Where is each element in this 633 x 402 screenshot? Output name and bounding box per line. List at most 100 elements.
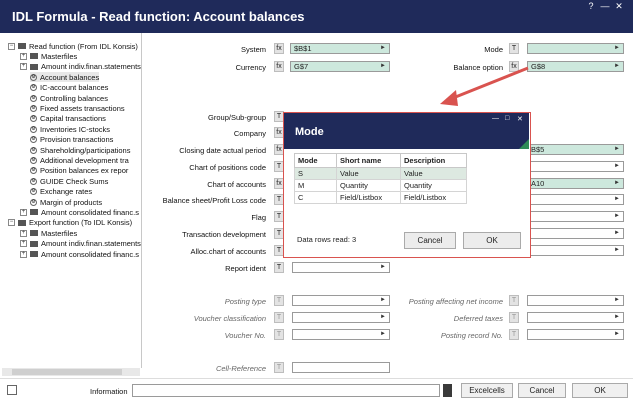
tree-item[interactable]: + Amount indiv.finan.statements — [20, 62, 141, 72]
tree-item[interactable]: ⚙ IC-account balances — [30, 83, 108, 93]
dialog-minimize-icon[interactable]: — — [492, 115, 499, 122]
alloc-chart-field[interactable]: ► — [527, 245, 624, 256]
excelcells-button[interactable]: Excelcells — [461, 383, 513, 398]
dialog-cancel-button[interactable]: Cancel — [404, 232, 456, 249]
dialog-ok-button[interactable]: OK — [463, 232, 521, 249]
balance-option-field[interactable]: G$8 ► — [527, 61, 624, 72]
mode-dialog: Mode — □ ✕ Mode Short name Description S… — [283, 112, 531, 258]
tree-item[interactable]: ⚙ Exchange rates — [30, 187, 92, 197]
posting-type-label: Posting type — [224, 297, 266, 306]
gear-icon: ⚙ — [30, 94, 37, 102]
mode-table: Mode Short name Description S Value Valu… — [294, 153, 467, 204]
column-header-description[interactable]: Description — [400, 153, 467, 168]
tree-item[interactable]: ⚙ Account balances — [30, 72, 100, 83]
flag-field[interactable]: ► — [527, 211, 624, 222]
posting-affecting-t-button[interactable]: T — [509, 295, 519, 306]
mode-label: Mode — [484, 45, 503, 54]
currency-field[interactable]: G$7 ► — [290, 61, 390, 72]
rows-read-status: Data rows read: 3 — [297, 235, 357, 244]
table-row[interactable]: C Field/Listbox Field/Listbox — [294, 191, 467, 204]
dialog-maximize-icon[interactable]: □ — [505, 115, 509, 122]
posting-affecting-field[interactable]: ► — [527, 295, 624, 306]
table-row[interactable]: S Value Value — [294, 167, 467, 180]
table-row[interactable]: M Quantity Quantity — [294, 179, 467, 192]
gear-icon: ⚙ — [30, 84, 37, 92]
cell: Quantity — [400, 179, 467, 192]
tree-item[interactable]: ⚙ Fixed assets transactions — [30, 103, 125, 113]
transaction-dev-label: Transaction development — [182, 230, 266, 239]
expand-icon[interactable]: + — [20, 63, 27, 71]
tree-item[interactable]: + Masterfiles — [20, 228, 77, 238]
expand-icon[interactable]: + — [20, 229, 27, 237]
tree-item[interactable]: − Export function (To IDL Konsis) — [8, 218, 132, 228]
company-label: Company — [233, 129, 266, 138]
tree-item-label: Amount consolidated financ.s — [41, 249, 139, 259]
expand-icon[interactable]: + — [20, 52, 27, 60]
posting-record-t-button[interactable]: T — [509, 329, 519, 340]
information-field[interactable] — [132, 384, 440, 397]
expand-icon[interactable]: + — [20, 240, 27, 248]
voucher-no-t-button[interactable]: T — [274, 329, 284, 340]
mode-t-button[interactable]: T — [509, 43, 519, 54]
currency-fx-button[interactable]: fx — [274, 61, 284, 72]
chart-accounts-field[interactable]: A10 ► — [527, 178, 624, 189]
chart-positions-field[interactable]: ► — [527, 161, 624, 172]
dialog-close-icon[interactable]: ✕ — [517, 115, 523, 123]
column-header-short-name[interactable]: Short name — [336, 153, 401, 168]
cell-reference-t-button[interactable]: T — [274, 362, 284, 373]
tree-item[interactable]: ⚙ Position balances ex repor — [30, 166, 128, 176]
folder-icon — [30, 63, 38, 70]
voucher-no-field[interactable]: ► — [292, 329, 390, 340]
folder-icon — [30, 230, 38, 237]
scrollbar-thumb[interactable] — [12, 369, 122, 375]
panel-toggle-icon[interactable] — [7, 385, 17, 395]
column-header-mode[interactable]: Mode — [294, 153, 337, 168]
posting-type-field[interactable]: ► — [292, 295, 390, 306]
footer-ok-button[interactable]: OK — [572, 383, 628, 398]
tree-item[interactable]: ⚙ Controlling balances — [30, 93, 108, 103]
footer-cancel-button[interactable]: Cancel — [518, 383, 566, 398]
report-ident-t-button[interactable]: T — [274, 262, 284, 273]
cell: Field/Listbox — [336, 191, 401, 204]
tree-item[interactable]: ⚙ GUIDE Check Sums — [30, 176, 108, 186]
balance-sheet-field[interactable]: ► — [527, 194, 624, 205]
deferred-taxes-t-button[interactable]: T — [509, 312, 519, 323]
system-fx-button[interactable]: fx — [274, 43, 284, 54]
tree-item[interactable]: + Masterfiles — [20, 51, 77, 61]
posting-type-t-button[interactable]: T — [274, 295, 284, 306]
posting-record-field[interactable]: ► — [527, 329, 624, 340]
minimize-icon[interactable]: — — [599, 1, 611, 11]
voucher-class-t-button[interactable]: T — [274, 312, 284, 323]
tree-item[interactable]: − Read function (From IDL Konsis) — [8, 41, 138, 51]
expand-icon[interactable]: + — [20, 208, 27, 216]
system-field[interactable]: $B$1 ► — [290, 43, 390, 54]
tree-item[interactable]: ⚙ Inventories IC-stocks — [30, 124, 110, 134]
tree-item[interactable]: + Amount consolidated financ.s — [20, 207, 139, 217]
tree-item[interactable]: ⚙ Capital transactions — [30, 114, 106, 124]
transaction-dev-field[interactable]: ► — [527, 228, 624, 239]
tree-scrollbar[interactable] — [2, 368, 140, 376]
gear-icon: ⚙ — [30, 188, 37, 196]
tree-item[interactable]: ⚙ Margin of products — [30, 197, 102, 207]
expand-icon[interactable]: + — [20, 250, 27, 258]
close-icon[interactable]: ✕ — [613, 1, 625, 11]
tree-item-label: GUIDE Check Sums — [40, 176, 109, 186]
tree-item[interactable]: ⚙ Provision transactions — [30, 135, 113, 145]
help-icon[interactable]: ? — [585, 1, 597, 11]
deferred-taxes-field[interactable]: ► — [527, 312, 624, 323]
tree-item[interactable]: + Amount consolidated financ.s — [20, 249, 139, 259]
tree-item[interactable]: + Amount indiv.finan.statements — [20, 239, 141, 249]
report-ident-field[interactable]: ► — [292, 262, 390, 273]
cell-reference-field[interactable] — [292, 362, 390, 373]
closing-date-field[interactable]: B$5 ► — [527, 144, 624, 155]
voucher-class-field[interactable]: ► — [292, 312, 390, 323]
collapse-icon[interactable]: − — [8, 219, 15, 227]
group-subgroup-label: Group/Sub-group — [208, 113, 266, 122]
tree-item[interactable]: ⚙ Additional development tra — [30, 155, 129, 165]
folder-icon — [18, 43, 26, 49]
collapse-icon[interactable]: − — [8, 42, 15, 50]
gear-icon: ⚙ — [30, 146, 37, 154]
mode-field[interactable]: ► — [527, 43, 624, 54]
tree-item[interactable]: ⚙ Shareholding/participations — [30, 145, 130, 155]
window-title: IDL Formula - Read function: Account bal… — [12, 9, 305, 24]
